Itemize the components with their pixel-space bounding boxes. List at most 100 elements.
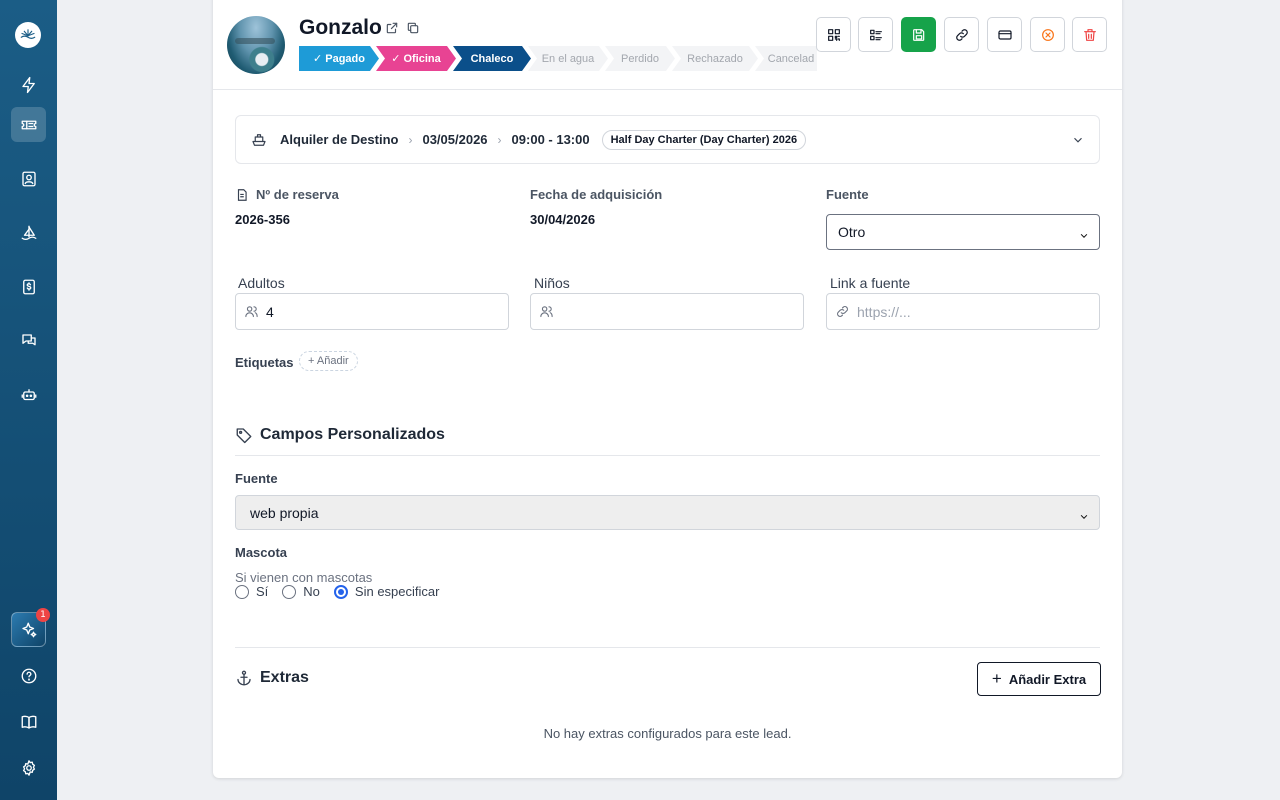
book-open-icon (21, 715, 36, 729)
lightning-icon (21, 76, 35, 93)
children-label: Niños (534, 275, 570, 291)
question-circle-icon (21, 668, 36, 683)
pet-option-no[interactable]: No (282, 584, 320, 599)
ship-icon (250, 131, 268, 149)
pet-option-unspecified[interactable]: Sin especificar (333, 584, 439, 599)
section-divider (235, 647, 1100, 648)
app-logo[interactable] (15, 22, 41, 48)
custom-fields-title: Campos Personalizados (235, 426, 445, 444)
trip-time: 09:00 - 13:00 (511, 132, 590, 147)
chevron-down-icon (1079, 509, 1089, 519)
stage-label: Cancelad (767, 52, 815, 65)
source-link-label: Link a fuente (830, 275, 911, 291)
stage-perdido[interactable]: Perdido (605, 46, 675, 71)
sidebar: 1 (0, 0, 57, 800)
stage-oficina[interactable]: ✓ Oficina (376, 46, 456, 71)
users-icon (245, 306, 258, 318)
copy-link-button[interactable] (944, 17, 979, 52)
link-icon (837, 306, 848, 317)
pet-option-yes[interactable]: Sí (235, 584, 268, 599)
check-icon: ✓ (313, 53, 323, 65)
adults-input[interactable]: 4 (235, 293, 509, 330)
stage-label: Pagado (325, 52, 365, 65)
sparkles-icon (21, 622, 36, 637)
sidebar-item-boats[interactable] (11, 215, 46, 250)
link-icon (955, 28, 968, 41)
checklist-icon (869, 29, 882, 40)
lead-name: Gonzalo (299, 16, 382, 39)
sidebar-item-bookings[interactable] (11, 107, 46, 142)
sidebar-item-messages[interactable] (11, 323, 46, 358)
stage-chaleco[interactable]: Chaleco (453, 46, 531, 71)
cancel-lead-button[interactable] (1030, 17, 1065, 52)
trash-icon (1083, 28, 1096, 41)
pet-radio-group: Sí No Sin especificar (235, 584, 453, 599)
stage-pagado[interactable]: ✓ Pagado (299, 46, 379, 71)
credit-card-icon (997, 29, 1012, 40)
trip-date: 03/05/2026 (422, 132, 488, 147)
contact-card-icon (21, 171, 36, 186)
users-icon (540, 306, 553, 318)
pet-help-text: Si vienen con mascotas (235, 570, 373, 585)
notification-badge: 1 (36, 608, 50, 622)
sidebar-item-bot[interactable] (11, 377, 46, 412)
rate-badge: Half Day Charter (Day Charter) 2026 (601, 129, 807, 150)
save-icon (912, 28, 924, 41)
payment-button[interactable] (987, 17, 1022, 52)
tag-icon (236, 428, 252, 444)
pet-label: Mascota (235, 545, 288, 560)
custom-source-select[interactable]: web propia (235, 495, 1100, 530)
source-label: Fuente (826, 187, 869, 202)
reservation-number: 2026-356 (235, 212, 290, 227)
checklist-button[interactable] (858, 17, 893, 52)
dollar-receipt-icon (22, 279, 35, 294)
chevron-down-icon[interactable] (1071, 133, 1085, 152)
stage-label: Perdido (621, 52, 659, 65)
stage-label: Rechazado (687, 52, 743, 65)
docs-button[interactable] (11, 704, 46, 739)
extras-empty-state: No hay extras configurados para este lea… (543, 726, 792, 741)
trip-product: Alquiler de Destino (280, 132, 399, 147)
external-link-icon[interactable] (385, 21, 399, 35)
help-button[interactable] (11, 658, 46, 693)
children-input[interactable] (530, 293, 804, 330)
settings-button[interactable] (11, 750, 46, 785)
stage-pipeline: ✓ Pagado ✓ Oficina Chaleco En el agua Perdid… (299, 46, 817, 71)
robot-icon (21, 388, 36, 400)
sidebar-item-contacts[interactable] (11, 161, 46, 196)
reservation-label: Nº de reserva (235, 187, 339, 202)
add-tag-button[interactable]: + Añadir (299, 351, 358, 371)
chevron-down-icon (1079, 228, 1089, 238)
delete-button[interactable] (1072, 17, 1107, 52)
qr-code-button[interactable] (816, 17, 851, 52)
trip-summary[interactable]: Alquiler de Destino › 03/05/2026 › 09:00… (235, 115, 1100, 164)
stage-cancelad[interactable]: Cancelad (755, 46, 817, 71)
lead-detail-card: Gonzalo ✓ Pagado ✓ Oficina Chaleco En el ag… (213, 0, 1122, 778)
acquired-date-label: Fecha de adquisición (530, 187, 663, 202)
section-divider (235, 455, 1100, 456)
acquired-date: 30/04/2026 (530, 212, 596, 227)
chevron-right-icon: › (408, 132, 413, 147)
save-button[interactable] (901, 17, 936, 52)
extras-title: Extras (235, 669, 309, 687)
stage-label: Chaleco (470, 52, 514, 65)
chevron-right-icon: › (497, 132, 502, 147)
lead-header: Gonzalo ✓ Pagado ✓ Oficina Chaleco En el ag… (213, 0, 1122, 90)
source-link-input[interactable]: https://... (826, 293, 1100, 330)
add-extra-button[interactable]: + Añadir Extra (977, 662, 1101, 696)
source-select[interactable]: Otro (826, 214, 1100, 250)
qr-code-icon (827, 28, 840, 41)
ticket-icon (21, 120, 36, 129)
sailboat-icon (21, 225, 36, 240)
document-icon (237, 188, 247, 201)
copy-icon[interactable] (406, 21, 420, 35)
stage-en-el-agua[interactable]: En el agua (528, 46, 608, 71)
stage-rechazado[interactable]: Rechazado (672, 46, 758, 71)
sidebar-item-payments[interactable] (11, 269, 46, 304)
check-icon: ✓ (391, 53, 401, 65)
sidebar-item-activity[interactable] (11, 67, 46, 102)
plus-icon: + (991, 669, 1002, 688)
stage-label: Oficina (403, 52, 441, 65)
gear-icon (22, 759, 35, 776)
chat-icon (21, 333, 36, 345)
